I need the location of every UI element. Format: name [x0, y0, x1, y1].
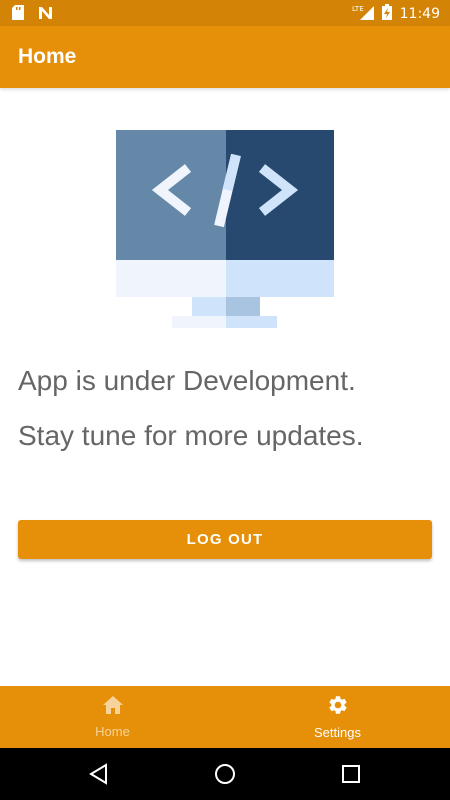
- logout-button[interactable]: LOG OUT: [18, 520, 432, 559]
- home-icon: [102, 695, 124, 720]
- logout-button-label: LOG OUT: [186, 531, 264, 548]
- battery-charging-icon: [381, 4, 392, 24]
- system-navigation-bar: [0, 748, 450, 800]
- nav-item-home[interactable]: Home: [0, 686, 225, 748]
- gear-icon: [327, 694, 349, 721]
- back-icon[interactable]: [86, 761, 112, 787]
- app-bar: Home: [0, 26, 450, 88]
- network-label: LTE: [352, 5, 364, 13]
- nav-label-settings: Settings: [314, 725, 361, 740]
- sd-card-icon: [12, 5, 24, 25]
- home-circle-icon[interactable]: [212, 761, 238, 787]
- development-message-line2: Stay tune for more updates.: [18, 420, 364, 451]
- developer-code-monitor-icon: [116, 130, 336, 330]
- clock-time: 11:49: [399, 6, 440, 22]
- page-title: Home: [18, 45, 77, 68]
- bottom-navigation: Home Settings: [0, 686, 450, 748]
- status-bar: LTE 11:49: [0, 0, 450, 26]
- nav-label-home: Home: [95, 724, 130, 739]
- development-message-line1: App is under Development.: [18, 365, 356, 396]
- nav-item-settings[interactable]: Settings: [225, 686, 450, 748]
- signal-icon: LTE: [352, 4, 374, 24]
- n-notification-icon: [38, 6, 53, 25]
- recents-icon[interactable]: [338, 761, 364, 787]
